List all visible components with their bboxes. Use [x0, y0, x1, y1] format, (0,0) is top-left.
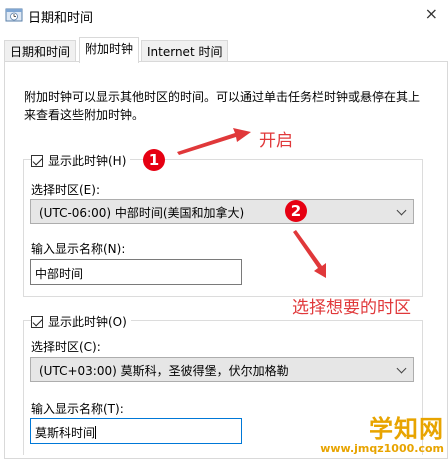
chevron-down-icon	[396, 205, 407, 216]
clock2-timezone-select[interactable]: (UTC+03:00) 莫斯科，圣彼得堡，伏尔加格勒	[30, 357, 414, 382]
watermark-main: 学知网	[369, 415, 444, 443]
arrow-to-enable-icon	[177, 128, 251, 155]
annotation-badge-2: 2	[285, 200, 307, 222]
tab-additional-clocks[interactable]: 附加时钟	[79, 37, 140, 63]
annotation-choose-timezone-text: 选择想要的时区	[292, 298, 411, 318]
clock1-timezone-select[interactable]: (UTC-06:00) 中部时间(美国和加拿大)	[30, 199, 414, 224]
clock2-name-label: 输入显示名称(T):	[31, 402, 124, 416]
clock2-name-value: 莫斯科时间	[35, 426, 96, 440]
arrow-to-timezone-icon	[293, 230, 326, 278]
clock1-timezone-label: 选择时区(E):	[31, 183, 100, 197]
clock2-header[interactable]: 显示此时钟(O)	[31, 313, 131, 330]
watermark-url: www.jmqz1000.com	[320, 442, 444, 455]
clock2-name-input[interactable]: 莫斯科时间	[30, 418, 242, 444]
clock1-name-input[interactable]: 中部时间	[30, 259, 242, 285]
description-text: 附加时钟可以显示其他时区的时间。可以通过单击任务栏时钟或悬停在其上来查看这些附加…	[24, 90, 421, 122]
title-bar: 日期和时间 ⨯	[0, 0, 448, 32]
text-caret	[95, 426, 97, 439]
tab-internet-time[interactable]: Internet 时间	[141, 40, 229, 61]
annotation-enable-text: 开启	[259, 131, 293, 151]
clock-app-icon	[5, 8, 23, 22]
clock1-checkbox-label: 显示此时钟(H)	[48, 154, 127, 168]
clock1-name-label: 输入显示名称(N):	[31, 242, 126, 256]
clock2-timezone-value: (UTC+03:00) 莫斯科，圣彼得堡，伏尔加格勒	[39, 364, 289, 378]
clock1-timezone-value: (UTC-06:00) 中部时间(美国和加拿大)	[39, 206, 245, 220]
window-title: 日期和时间	[28, 11, 94, 26]
clock1-header[interactable]: 显示此时钟(H)	[31, 152, 131, 169]
clock1-checkbox[interactable]	[31, 154, 43, 167]
tab-strip: 日期和时间 附加时钟 Internet 时间	[0, 32, 448, 63]
annotation-badge-1: 1	[143, 149, 165, 171]
tab-date-time[interactable]: 日期和时间	[4, 40, 77, 61]
clock2-checkbox-label: 显示此时钟(O)	[48, 315, 127, 329]
watermark: 学知网 www.jmqz1000.com	[320, 416, 444, 455]
clock2-timezone-label: 选择时区(C):	[31, 340, 101, 354]
close-icon[interactable]: ⨯	[425, 4, 438, 23]
clock1-name-value: 中部时间	[35, 267, 84, 281]
chevron-down-icon	[396, 363, 407, 374]
clock2-checkbox[interactable]	[31, 315, 43, 328]
